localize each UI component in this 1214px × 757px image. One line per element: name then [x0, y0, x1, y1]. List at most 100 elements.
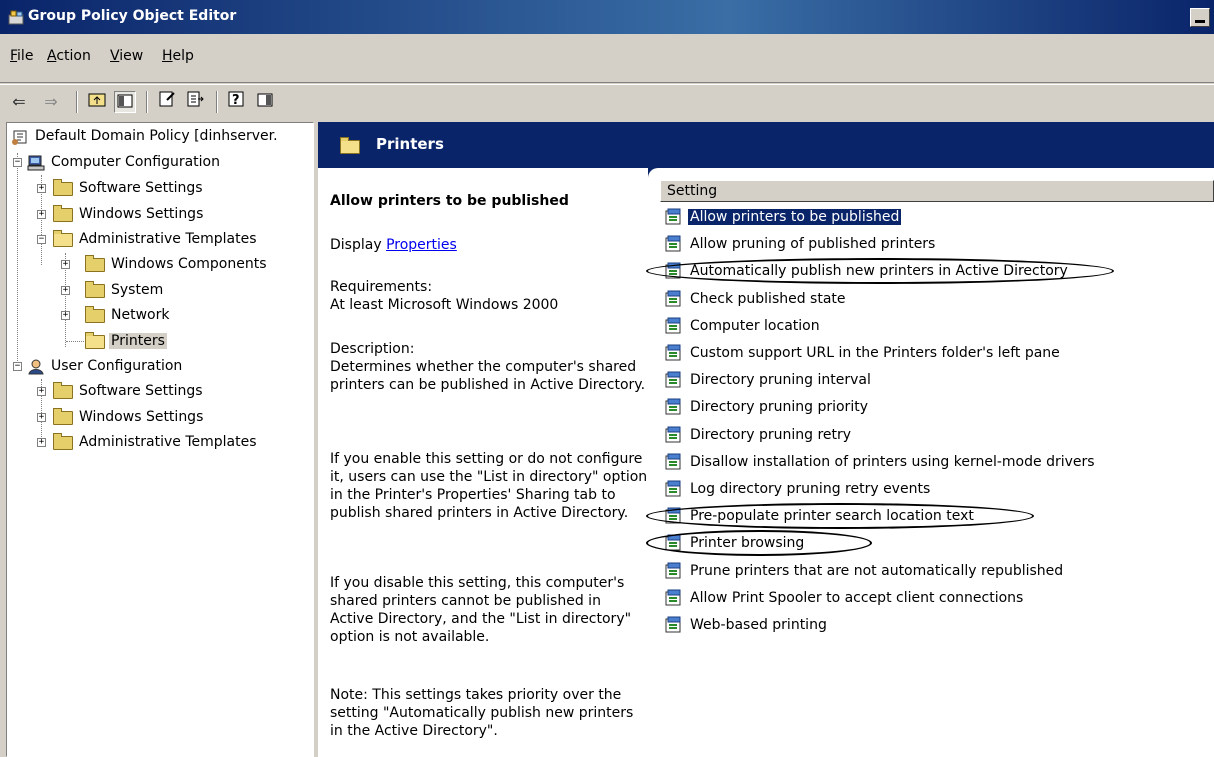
setting-label: Directory pruning retry: [690, 427, 852, 443]
menu-bar: File Action View Help: [0, 36, 1214, 83]
setting-label: Pre-populate printer search location tex…: [690, 508, 974, 524]
forward-arrow-icon[interactable]: ⇒: [40, 91, 62, 113]
expand-toggle[interactable]: +: [37, 413, 46, 422]
policy-setting-icon: [664, 371, 684, 389]
setting-row-allow-pruning-of-published-printers[interactable]: Allow pruning of published printers: [664, 232, 937, 256]
menu-help[interactable]: Help: [162, 48, 194, 64]
tree-cc-administrative-templates[interactable]: Administrative Templates: [53, 228, 259, 250]
setting-row-prune-printers-that-are-not-automatically-republished[interactable]: Prune printers that are not automaticall…: [664, 559, 1065, 583]
tree-cc-software-settings[interactable]: Software Settings: [53, 177, 205, 199]
policy-setting-icon: [664, 262, 684, 280]
description-label: Description:: [330, 341, 415, 357]
setting-row-computer-location[interactable]: Computer location: [664, 314, 822, 338]
back-arrow-icon[interactable]: ⇐: [8, 91, 30, 113]
details-banner: Printers: [318, 122, 1214, 168]
toolbar-separator: [216, 91, 218, 113]
tree-network[interactable]: Network: [85, 304, 171, 326]
setting-row-web-based-printing[interactable]: Web-based printing: [664, 613, 829, 637]
requirements-value: At least Microsoft Windows 2000: [330, 297, 559, 313]
properties-link[interactable]: Properties: [386, 237, 457, 253]
setting-label: Allow printers to be published: [688, 209, 902, 225]
expand-toggle[interactable]: +: [61, 260, 70, 269]
folder-icon: [85, 305, 105, 323]
up-folder-icon[interactable]: [86, 91, 108, 113]
tree-user-configuration[interactable]: User Configuration: [27, 355, 184, 377]
details-title: Printers: [376, 135, 444, 153]
window-title: Group Policy Object Editor: [28, 8, 237, 24]
folder-icon: [53, 407, 73, 425]
extended-view-tab: [648, 168, 1214, 178]
expand-toggle[interactable]: +: [61, 286, 70, 295]
setting-label: Allow pruning of published printers: [690, 236, 936, 252]
folder-open-icon: [340, 137, 360, 154]
policy-scroll-icon: [12, 130, 27, 145]
setting-row-printer-browsing[interactable]: Printer browsing: [664, 531, 806, 555]
title-bar[interactable]: Group Policy Object Editor: [0, 0, 1214, 34]
folder-icon: [53, 178, 73, 196]
setting-row-pre-populate-printer-search-location-text[interactable]: Pre-populate printer search location tex…: [664, 504, 976, 528]
tree-computer-configuration[interactable]: Computer Configuration: [27, 151, 222, 173]
tree-windows-components[interactable]: Windows Components: [85, 253, 269, 275]
tree-connector: [17, 153, 18, 369]
setting-label: Directory pruning interval: [690, 372, 871, 388]
group-policy-icon: [8, 10, 24, 25]
setting-label: Custom support URL in the Printers folde…: [690, 345, 1060, 361]
description-paragraph-1: Determines whether the computer's shared…: [330, 359, 646, 393]
collapse-toggle[interactable]: −: [37, 235, 46, 244]
policy-setting-icon: [664, 398, 684, 416]
export-list-icon[interactable]: [184, 91, 206, 113]
folder-icon: [53, 381, 73, 399]
setting-row-directory-pruning-retry[interactable]: Directory pruning retry: [664, 423, 853, 447]
setting-row-automatically-publish-new-printers-in-active-directory[interactable]: Automatically publish new printers in Ac…: [664, 259, 1070, 283]
policy-setting-icon: [664, 290, 684, 308]
tree-system[interactable]: System: [85, 279, 165, 301]
policy-setting-icon: [664, 480, 684, 498]
expand-toggle[interactable]: +: [61, 311, 70, 320]
tree-uc-administrative-templates[interactable]: Administrative Templates: [53, 431, 259, 453]
expand-toggle[interactable]: +: [37, 184, 46, 193]
setting-row-directory-pruning-interval[interactable]: Directory pruning interval: [664, 368, 873, 392]
toolbar-separator: [76, 91, 78, 113]
console-tree[interactable]: Default Domain Policy [dinhserver. − Com…: [6, 122, 314, 757]
setting-label: Printer browsing: [690, 535, 805, 551]
minimize-button[interactable]: [1190, 8, 1210, 27]
action-pane-icon[interactable]: [254, 91, 276, 113]
collapse-toggle[interactable]: −: [13, 362, 22, 371]
toolbar-separator: [146, 91, 148, 113]
description-paragraph-4: Note: This settings takes priority over …: [330, 687, 634, 739]
setting-row-directory-pruning-priority[interactable]: Directory pruning priority: [664, 395, 870, 419]
expand-toggle[interactable]: +: [37, 210, 46, 219]
menu-action[interactable]: Action: [47, 48, 91, 64]
tree-uc-windows-settings[interactable]: Windows Settings: [53, 406, 205, 428]
properties-icon[interactable]: [156, 91, 178, 113]
setting-row-disallow-installation-of-printers-using-kernel-mode-drivers[interactable]: Disallow installation of printers using …: [664, 450, 1097, 474]
setting-row-allow-printers-to-be-published[interactable]: Allow printers to be published: [664, 205, 902, 229]
expand-toggle[interactable]: +: [37, 438, 46, 447]
tree-cc-windows-settings[interactable]: Windows Settings: [53, 203, 205, 225]
help-icon[interactable]: ?: [226, 91, 248, 113]
folder-open-icon: [85, 331, 105, 349]
show-tree-icon[interactable]: [114, 91, 136, 113]
tree-printers[interactable]: Printers: [85, 330, 167, 352]
setting-label: Computer location: [690, 318, 820, 334]
folder-icon: [85, 280, 105, 298]
policy-setting-icon: [664, 616, 684, 634]
setting-row-custom-support-url-in-the-printers-folder-s-left-pane[interactable]: Custom support URL in the Printers folde…: [664, 341, 1062, 365]
setting-row-log-directory-pruning-retry-events[interactable]: Log directory pruning retry events: [664, 477, 932, 501]
setting-row-allow-print-spooler-to-accept-client-connections[interactable]: Allow Print Spooler to accept client con…: [664, 586, 1025, 610]
setting-label: Directory pruning priority: [690, 399, 868, 415]
setting-label: Prune printers that are not automaticall…: [690, 563, 1064, 579]
display-properties-line: Display Properties: [330, 237, 457, 253]
expand-toggle[interactable]: +: [37, 387, 46, 396]
policy-setting-icon: [664, 453, 684, 471]
user-icon: [28, 359, 44, 374]
setting-heading: Allow printers to be published: [330, 193, 569, 209]
tree-root[interactable]: Default Domain Policy [dinhserver.: [11, 125, 280, 147]
collapse-toggle[interactable]: −: [13, 158, 22, 167]
setting-label: Log directory pruning retry events: [690, 481, 931, 497]
menu-file[interactable]: File: [10, 48, 33, 64]
menu-view[interactable]: View: [110, 48, 143, 64]
setting-row-check-published-state[interactable]: Check published state: [664, 287, 848, 311]
tree-uc-software-settings[interactable]: Software Settings: [53, 380, 205, 402]
column-header-setting[interactable]: Setting: [660, 180, 1214, 202]
